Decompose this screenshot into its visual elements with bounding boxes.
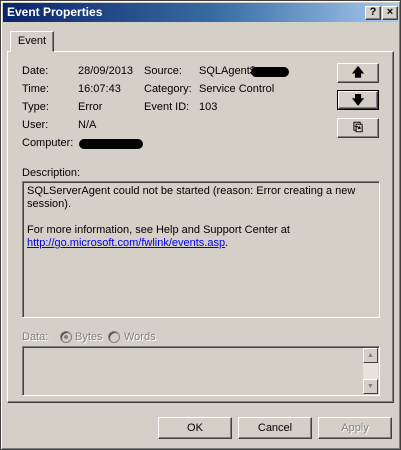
computer-label: Computer: xyxy=(22,137,74,149)
date-value: 28/09/2013 xyxy=(78,65,134,77)
copy-icon: ⎘ xyxy=(353,120,363,134)
close-icon: × xyxy=(386,6,394,18)
words-radio[interactable] xyxy=(108,331,120,343)
event-id-value: 103 xyxy=(199,101,218,113)
copy-button[interactable]: ⎘ xyxy=(337,118,379,138)
help-button[interactable]: ? xyxy=(365,6,381,20)
apply-button[interactable]: Apply xyxy=(318,417,392,439)
user-label: User: xyxy=(22,119,49,131)
type-value: Error xyxy=(78,101,103,113)
type-label: Type: xyxy=(22,101,49,113)
link-suffix: . xyxy=(225,237,229,249)
bytes-radio[interactable] xyxy=(60,331,72,343)
source-label: Source: xyxy=(144,65,182,77)
event-id-label: Event ID: xyxy=(144,101,190,113)
window-title: Event Properties xyxy=(7,5,103,19)
description-text: SQLServerAgent could not be started (rea… xyxy=(27,185,356,210)
help-link[interactable]: http://go.microsoft.com/fwlink/events.as… xyxy=(27,237,225,249)
scroll-up-button[interactable]: ▲ xyxy=(363,348,378,363)
help-icon: ? xyxy=(369,6,377,18)
previous-event-button[interactable]: 🡅 xyxy=(337,63,379,83)
data-textbox[interactable]: ▲ ▼ xyxy=(22,346,380,396)
cancel-button[interactable]: Cancel xyxy=(238,417,312,439)
bytes-label: Bytes xyxy=(75,331,103,343)
arrow-up-icon: 🡅 xyxy=(351,65,365,79)
next-event-button[interactable]: 🡇 xyxy=(337,90,379,110)
description-label: Description: xyxy=(22,167,81,179)
scroll-down-button[interactable]: ▼ xyxy=(363,379,378,394)
help-text: For more information, see Help and Suppo… xyxy=(27,224,290,236)
words-label: Words xyxy=(124,331,156,343)
source-value: SQLAgent$ xyxy=(199,65,256,77)
title-bar[interactable]: Event Properties ? × xyxy=(3,3,398,22)
data-scrollbar[interactable]: ▲ ▼ xyxy=(363,348,378,394)
time-value: 16:07:43 xyxy=(78,83,121,95)
date-label: Date: xyxy=(22,65,49,77)
close-button[interactable]: × xyxy=(382,6,398,20)
category-value: Service Control xyxy=(199,83,275,95)
event-properties-window: Event Properties ? × Event Date: 28/09/2… xyxy=(0,0,401,450)
user-value: N/A xyxy=(78,119,97,131)
ok-button[interactable]: OK xyxy=(158,417,232,439)
data-label: Data: xyxy=(22,331,49,343)
description-textbox[interactable]: SQLServerAgent could not be started (rea… xyxy=(22,181,380,318)
redaction-mark xyxy=(79,139,143,149)
arrow-down-icon: 🡇 xyxy=(351,93,365,107)
tab-event[interactable]: Event xyxy=(10,31,54,52)
time-label: Time: xyxy=(22,83,50,95)
category-label: Category: xyxy=(144,83,192,95)
redaction-mark xyxy=(251,67,289,77)
